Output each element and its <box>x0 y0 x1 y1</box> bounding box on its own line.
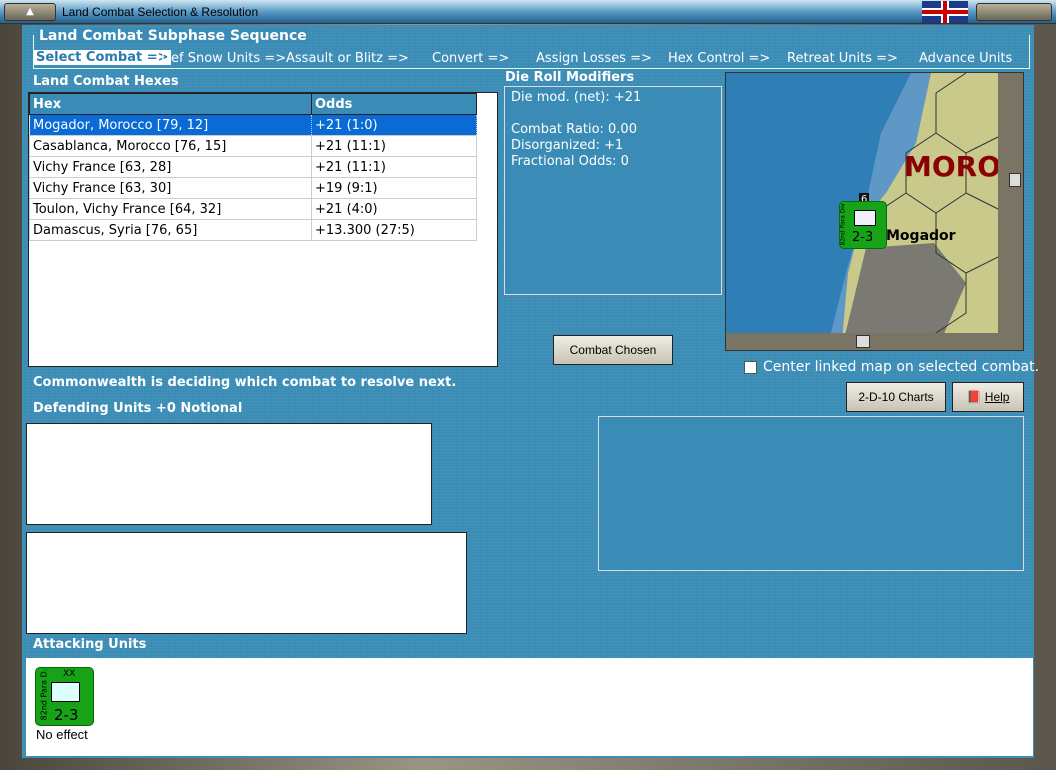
table-row[interactable]: Mogador, Morocco [79, 12] +21 (1:0) <box>29 114 477 136</box>
cell-hex: Toulon, Vichy France [64, 32] <box>29 198 312 220</box>
cell-hex: Vichy France [63, 30] <box>29 177 312 199</box>
defending-units-list[interactable] <box>26 423 432 525</box>
step-def-snow: Def Snow Units => <box>161 51 287 66</box>
cell-odds: +13.300 (27:5) <box>311 219 477 241</box>
help-button[interactable]: 📕 Help <box>952 382 1024 412</box>
cell-hex: Vichy France [63, 28] <box>29 156 312 178</box>
status-text: Commonwealth is deciding which combat to… <box>33 375 457 390</box>
table-row[interactable]: Vichy France [63, 30] +19 (9:1) <box>29 177 477 199</box>
cell-hex: Mogador, Morocco [79, 12] <box>29 114 312 136</box>
modifier-line: Fractional Odds: 0 <box>511 154 629 169</box>
hex-table[interactable]: Hex Odds Mogador, Morocco [79, 12] +21 (1:… <box>28 92 498 367</box>
window-title: Land Combat Selection & Resolution <box>62 5 259 19</box>
column-odds[interactable]: Odds <box>311 93 477 115</box>
modifier-line: Die mod. (net): +21 <box>511 90 642 105</box>
step-assign-losses: Assign Losses => <box>536 51 652 66</box>
modifier-line: Disorganized: +1 <box>511 138 624 153</box>
cell-hex: Damascus, Syria [76, 65] <box>29 219 312 241</box>
map-unit-strength: 2-3 <box>852 230 874 245</box>
center-map-label[interactable]: Center linked map on selected combat. <box>763 359 1039 375</box>
subphase-title: Land Combat Subphase Sequence <box>38 28 308 44</box>
cell-odds: +19 (9:1) <box>311 177 477 199</box>
map-city-label: Mogador <box>886 228 956 244</box>
table-row[interactable]: Casablanca, Morocco [76, 15] +21 (11:1) <box>29 135 477 157</box>
unit-strength: 2-3 <box>54 706 79 724</box>
linked-map[interactable]: MOROCCO Mogador 6 82nd Para Div 2-3 <box>725 72 1024 351</box>
cell-odds: +21 (11:1) <box>311 156 477 178</box>
step-hex-control: Hex Control => <box>668 51 771 66</box>
combat-result-panel <box>598 416 1024 571</box>
attacking-units-list[interactable]: XX 2-3 82nd Para D. No effect <box>26 658 1033 756</box>
collapse-button[interactable]: ▲ <box>4 3 56 21</box>
defending-details-list[interactable] <box>26 532 467 634</box>
infantry-symbol-icon <box>51 682 80 702</box>
cell-odds: +21 (1:0) <box>311 114 477 136</box>
center-map-checkbox[interactable] <box>744 361 757 374</box>
step-advance: Advance Units <box>919 51 1013 66</box>
map-hscroll-thumb[interactable] <box>856 335 870 348</box>
defending-title: Defending Units +0 Notional <box>33 401 243 416</box>
unit-name: 82nd Para D. <box>39 668 49 721</box>
map-vscroll-thumb[interactable] <box>1009 173 1021 187</box>
hexes-title: Land Combat Hexes <box>33 74 179 89</box>
attacking-unit-counter[interactable]: XX 2-3 82nd Para D. <box>35 667 94 726</box>
help-book-icon: 📕 <box>966 390 982 404</box>
step-select-combat: Select Combat => <box>34 50 171 65</box>
charts-button[interactable]: 2-D-10 Charts <box>846 382 946 412</box>
cell-hex: Casablanca, Morocco [76, 15] <box>29 135 312 157</box>
table-row[interactable]: Vichy France [63, 28] +21 (11:1) <box>29 156 477 178</box>
step-retreat: Retreat Units => <box>787 51 898 66</box>
unit-result: No effect <box>36 727 88 742</box>
step-convert: Convert => <box>432 51 510 66</box>
table-row[interactable]: Toulon, Vichy France [64, 32] +21 (4:0) <box>29 198 477 220</box>
attacking-title: Attacking Units <box>33 637 147 652</box>
window-control-button[interactable] <box>976 3 1052 21</box>
modifiers-panel: Die mod. (net): +21 Combat Ratio: 0.00 D… <box>504 86 722 295</box>
modifier-line: Combat Ratio: 0.00 <box>511 122 637 137</box>
step-assault-blitz: Assault or Blitz => <box>286 51 409 66</box>
table-row[interactable]: Damascus, Syria [76, 65] +13.300 (27:5) <box>29 219 477 241</box>
uk-flag-icon <box>922 1 968 23</box>
infantry-symbol-icon <box>854 210 876 226</box>
unit-size: XX <box>63 669 76 679</box>
cell-odds: +21 (4:0) <box>311 198 477 220</box>
combat-chosen-button[interactable]: Combat Chosen <box>553 335 673 365</box>
map-unit-counter[interactable]: 82nd Para Div 2-3 <box>839 201 887 249</box>
modifiers-title: Die Roll Modifiers <box>505 70 635 85</box>
map-unit-name: 82nd Para Div <box>839 203 847 246</box>
cell-odds: +21 (11:1) <box>311 135 477 157</box>
help-label: Help <box>984 390 1010 404</box>
column-hex[interactable]: Hex <box>29 93 312 115</box>
